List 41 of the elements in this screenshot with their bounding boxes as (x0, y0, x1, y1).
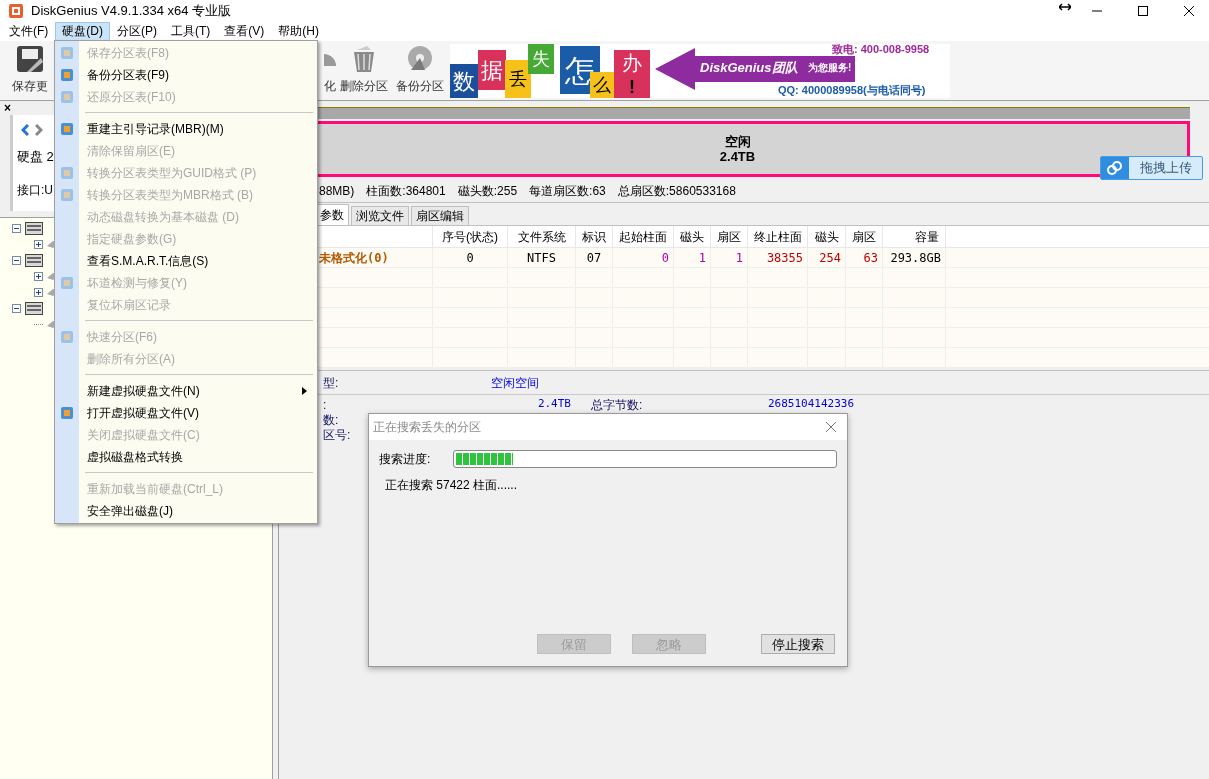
banner-tile: 据 (478, 50, 506, 90)
disk-info-text: 每道扇区数:63 (529, 182, 606, 200)
progress-label: 搜索进度: (379, 451, 432, 468)
detail-label: : (323, 397, 327, 412)
banner-tile: 数 (450, 64, 478, 98)
banner-tile: ! (614, 76, 650, 98)
disk-info-text: 磁头数:255 (457, 182, 518, 200)
table-cell: 1 (674, 248, 711, 267)
detail-value: 空闲空间 (491, 374, 539, 392)
detail-label: 总字节数: (591, 396, 644, 414)
detail-value: 2.4TB (536, 396, 571, 413)
disk-info-text: 柱面数:364801 (366, 182, 446, 200)
table-cell: 293.8GB (883, 248, 946, 267)
banner-tile: 失 (528, 44, 554, 74)
region-name: 空闲 (724, 134, 751, 149)
banner-tile: 办 (614, 50, 650, 76)
detail-value: 2685104142336 (768, 396, 855, 413)
table-cell: 07 (576, 248, 613, 267)
detail-label: 型: (323, 375, 339, 390)
disk-label: 硬盘 2 (17, 149, 54, 165)
table-cell: 254 (808, 248, 846, 267)
status-text: 正在搜索 57422 柱面...... (385, 477, 519, 494)
banner-slogan: DiskGenius团队 (700, 60, 798, 76)
table-cell: 38355 (748, 248, 808, 267)
detail-label: 数: (323, 412, 339, 427)
banner-phone: 致电: 400-008-9958 (832, 44, 930, 56)
banner-tile: 丢 (505, 60, 531, 98)
disk-info-text: 总扇区数:5860533168 (617, 182, 736, 200)
table-cell: 0 (433, 248, 508, 267)
banner-qq: QQ: 4000089958(与电话同号) (778, 83, 926, 98)
table-cell: NTFS (508, 248, 576, 267)
table-cell: 0 (613, 248, 674, 267)
table-cell: 63 (846, 248, 883, 267)
region-size: 2.4TB (719, 149, 756, 164)
table-cell: 1 (711, 248, 748, 267)
window-title: DiskGenius V4.9.1.334 x64 专业版 (31, 1, 232, 20)
detail-label: 区号: (323, 427, 351, 442)
disk-info-text: 88MB) (319, 182, 355, 200)
dialog-title: 正在搜索丢失的分区 (373, 419, 481, 436)
banner-service: 为您服务! (808, 62, 852, 74)
interface-label: 接口:U (17, 183, 53, 197)
